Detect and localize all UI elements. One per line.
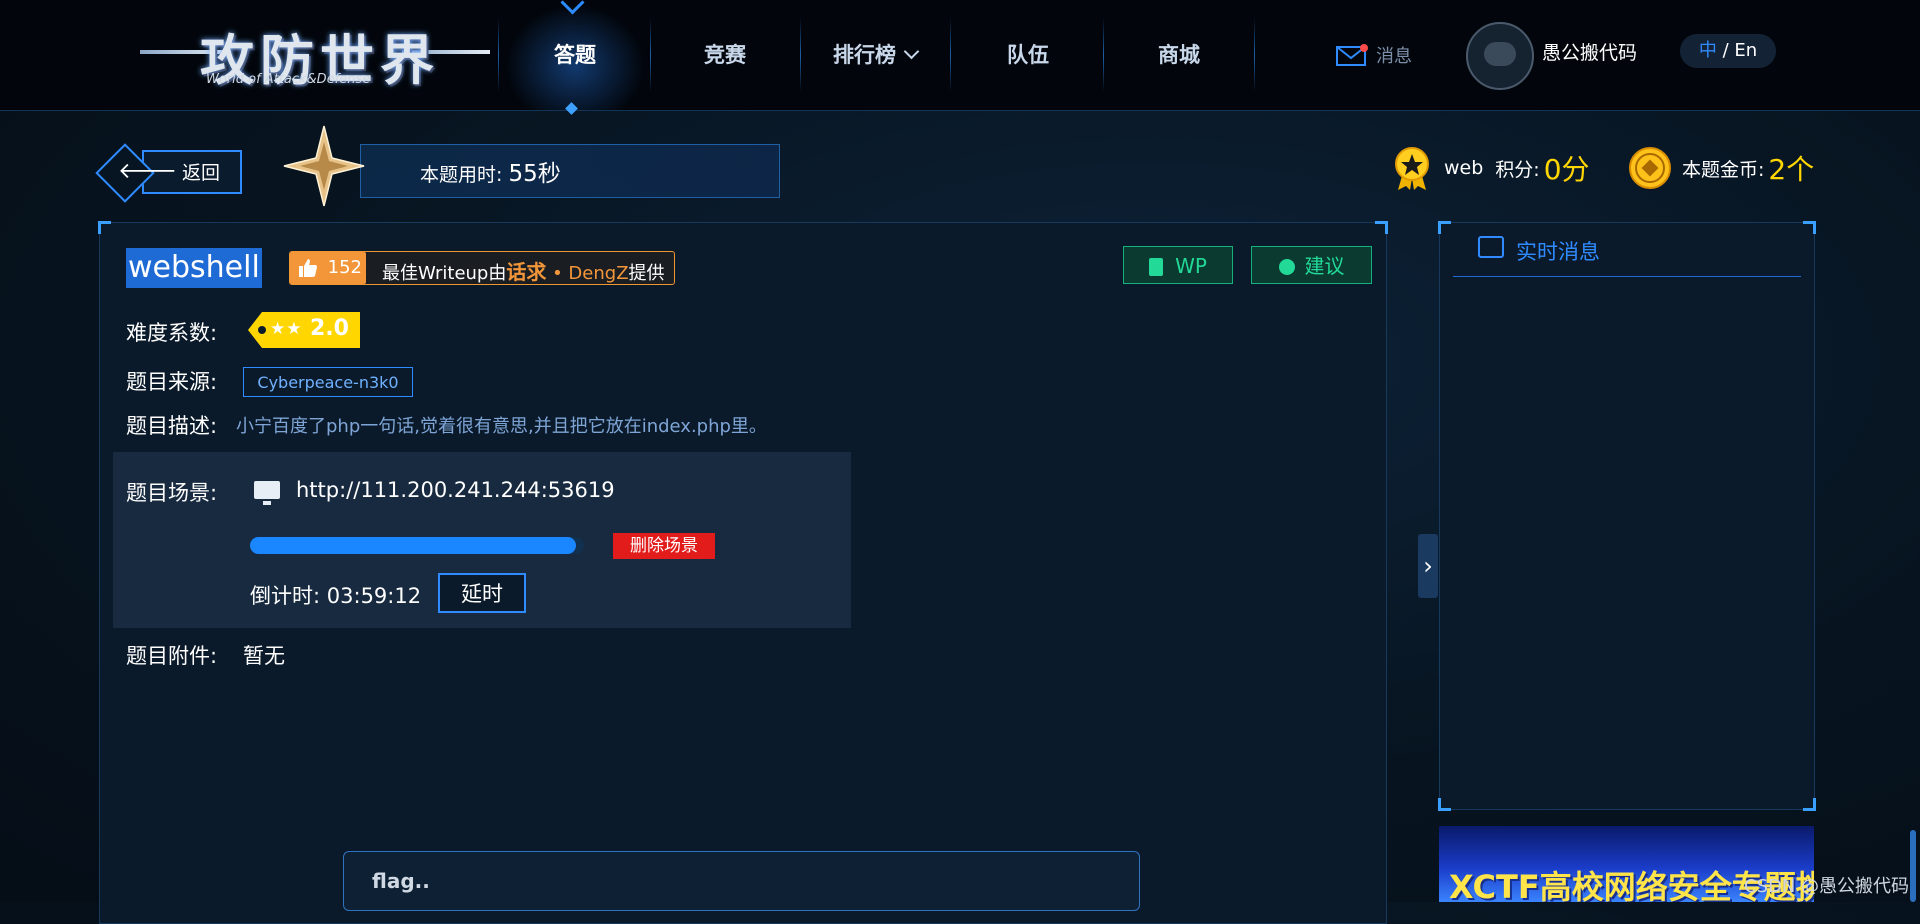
writeup-prefix: 最佳Writeup由 — [382, 263, 507, 284]
medal-icon — [1395, 147, 1429, 190]
writeup-team[interactable]: 话求 — [506, 260, 546, 284]
nav-item-label: 队伍 — [1007, 43, 1049, 67]
category-label: web — [1444, 157, 1484, 179]
description-text: 小宁百度了php一句话,觉着很有意思,并且把它放在index.php里。 — [236, 416, 767, 437]
writeup-badge[interactable]: 152 最佳Writeup由话求 • DengZ提供 — [289, 251, 675, 285]
watermark: CSDN @愚公搬代码 — [1744, 876, 1910, 897]
nav-separator — [950, 18, 951, 92]
corner-mark — [1803, 798, 1816, 811]
corner-mark — [1438, 221, 1451, 234]
mail-icon — [1336, 44, 1368, 66]
like-button[interactable]: 152 — [290, 252, 366, 284]
live-message-title: 实时消息 — [1516, 240, 1600, 264]
compass-star-icon — [283, 125, 365, 207]
lang-en[interactable]: En — [1734, 40, 1757, 61]
back-button[interactable]: 🡐 返回 — [95, 143, 242, 203]
difficulty-label: 难度系数: — [126, 321, 218, 345]
attachment-value: 暂无 — [243, 644, 285, 668]
countdown: 倒计时: 03:59:12 — [250, 580, 421, 610]
score-value: 0分 — [1543, 153, 1590, 186]
suggest-button[interactable]: 建议 — [1251, 246, 1372, 284]
coin-icon — [1629, 147, 1671, 189]
nav-item-label: 排行榜 — [833, 43, 896, 67]
source-tag[interactable]: Cyberpeace-n3k0 — [243, 367, 413, 397]
corner-mark — [1438, 798, 1451, 811]
score-label: 积分: — [1495, 158, 1540, 181]
logo-subtitle: World of Attack&Defense — [206, 72, 371, 87]
difficulty-badge: ★★ 2.0 — [248, 312, 360, 348]
language-switch[interactable]: 中 / En — [1680, 34, 1776, 68]
live-message-panel — [1438, 221, 1816, 811]
attachment-label: 题目附件: — [126, 644, 218, 668]
nav-item-label: 商城 — [1158, 43, 1200, 67]
chevron-down-icon — [903, 43, 920, 60]
avatar[interactable] — [1466, 22, 1534, 90]
nav-item-shop[interactable]: 商城 — [1104, 0, 1254, 110]
nav-item-competition[interactable]: 竞赛 — [650, 0, 800, 110]
nav-item-team[interactable]: 队伍 — [953, 0, 1103, 110]
flag-input[interactable] — [343, 851, 1140, 911]
coin-label: 本题金币: — [1682, 158, 1765, 181]
scene-url[interactable]: http://111.200.241.244:53619 — [296, 478, 615, 502]
nav-item-label: 竞赛 — [704, 43, 746, 67]
divider — [1453, 276, 1801, 277]
document-icon — [1149, 258, 1164, 276]
writeup-author[interactable]: DengZ — [568, 263, 628, 284]
chat-icon — [1478, 236, 1504, 258]
time-used: 本题用时: 55秒 — [420, 154, 561, 188]
nav-item-label: 答题 — [554, 43, 596, 67]
writeup-suffix: 提供 — [628, 263, 665, 284]
top-nav: 攻防世界 World of Attack&Defense 答题 竞赛 排行榜 队… — [0, 0, 1920, 115]
difficulty-value: 2.0 — [310, 316, 349, 341]
scene-progress — [250, 537, 584, 554]
messages-label: 消息 — [1376, 46, 1412, 67]
nav-separator — [1254, 18, 1255, 92]
like-count: 152 — [327, 257, 362, 278]
nav-separator — [498, 18, 499, 92]
arrow-left-icon: 🡐 — [118, 159, 177, 184]
nav-item-answer[interactable]: 答题 — [500, 0, 650, 110]
scene-label: 题目场景: — [126, 481, 218, 505]
countdown-value: 03:59:12 — [326, 584, 422, 608]
messages-link[interactable]: 消息 — [1336, 38, 1412, 72]
site-logo[interactable]: 攻防世界 World of Attack&Defense — [140, 12, 490, 94]
description-label: 题目描述: — [126, 414, 218, 438]
username[interactable]: 愚公搬代码 — [1542, 38, 1637, 65]
countdown-label: 倒计时: — [250, 584, 321, 608]
time-used-value: 55秒 — [508, 161, 561, 187]
coin-stat: 本题金币: 2个 — [1628, 147, 1815, 189]
source-label: 题目来源: — [126, 370, 218, 394]
scene-progress-fill — [250, 537, 576, 554]
writeup-text: 最佳Writeup由话求 • DengZ提供 — [382, 256, 665, 285]
chevron-right-icon[interactable]: › — [1418, 534, 1438, 598]
suggest-label: 建议 — [1304, 254, 1345, 278]
nav-item-ranking[interactable]: 排行榜 — [800, 0, 950, 110]
corner-mark — [1803, 221, 1816, 234]
corner-mark — [1375, 221, 1388, 234]
score-stat: web 积分: 0分 — [1392, 147, 1590, 190]
scrollbar[interactable] — [1910, 830, 1916, 902]
lang-cn[interactable]: 中 — [1699, 40, 1717, 61]
difficulty-stars: ★★ — [270, 319, 303, 339]
thumbs-up-icon — [299, 259, 317, 277]
corner-mark — [98, 221, 111, 234]
task-title: webshell — [126, 248, 262, 288]
lang-separator: / — [1716, 40, 1735, 61]
lightbulb-icon — [1278, 259, 1295, 275]
writeup-dot: • — [546, 263, 569, 284]
wp-button[interactable]: WP — [1123, 246, 1233, 284]
coin-value: 2个 — [1768, 153, 1815, 186]
wp-label: WP — [1175, 254, 1207, 278]
time-used-label: 本题用时: — [420, 164, 503, 186]
delete-scene-button[interactable]: 删除场景 — [613, 533, 715, 559]
extend-button[interactable]: 延时 — [438, 573, 526, 613]
back-label: 返回 — [182, 162, 221, 184]
monitor-icon — [254, 481, 280, 505]
